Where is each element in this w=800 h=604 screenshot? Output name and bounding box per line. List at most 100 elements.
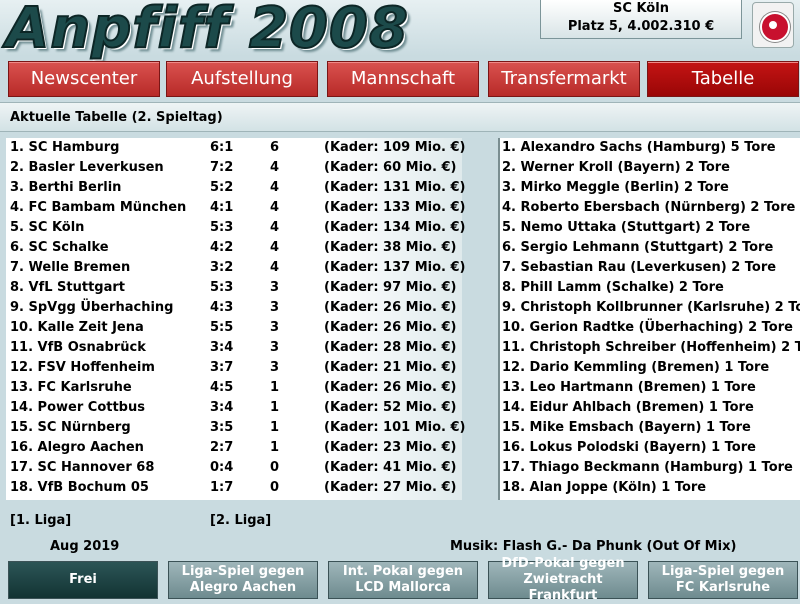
goal-difference: 4:5 <box>210 380 234 395</box>
team-name: 4. FC Bambam München <box>10 200 187 215</box>
squad-value: (Kader: 101 Mio. €) <box>324 420 466 435</box>
goal-difference: 1:7 <box>210 480 234 495</box>
points: 1 <box>270 400 280 415</box>
table-row: 12. FSV Hoffenheim 3:7 3 (Kader: 21 Mio. €) <box>6 358 462 378</box>
schedule-label: Frei <box>69 572 97 588</box>
table-row: 18. VfB Bochum 05 1:7 0 (Kader: 27 Mio. €) <box>6 478 462 498</box>
league-1-link[interactable]: [1. Liga] <box>10 513 71 528</box>
schedule-label: Liga-Spiel gegen Alegro Aachen <box>182 564 305 596</box>
league-2-link[interactable]: [2. Liga] <box>210 513 271 528</box>
match-day-2-button[interactable]: Int. Pokal gegen LCD Mallorca <box>328 561 478 599</box>
team-name: 11. VfB Osnabrück <box>10 340 146 355</box>
schedule-line-2: FC Karlsruhe <box>675 580 771 595</box>
goal-difference: 5:2 <box>210 180 234 195</box>
club-crest-icon <box>752 2 794 48</box>
squad-value: (Kader: 26 Mio. €) <box>324 300 457 315</box>
nav-transfermarkt-button[interactable]: Transfermarkt <box>488 61 640 97</box>
goal-difference: 4:3 <box>210 300 234 315</box>
league-table: 1. SC Hamburg 6:1 6 (Kader: 109 Mio. €) 2. B… <box>6 138 466 500</box>
team-name: 12. FSV Hoffenheim <box>10 360 155 375</box>
scorer-row: 1. Alexandro Sachs (Hamburg) 5 Tore <box>502 140 776 155</box>
schedule-line-1: Frei <box>69 572 97 587</box>
table-row: 10. Kalle Zeit Jena 5:5 3 (Kader: 26 Mio. €… <box>6 318 462 338</box>
scorer-row: 2. Werner Kroll (Bayern) 2 Tore <box>502 160 730 175</box>
section-title: Aktuelle Tabelle (2. Spieltag) <box>0 102 800 132</box>
schedule-label: Liga-Spiel gegen FC Karlsruhe <box>662 564 785 596</box>
squad-value: (Kader: 133 Mio. €) <box>324 200 466 215</box>
goal-difference: 3:7 <box>210 360 234 375</box>
team-name: 16. Alegro Aachen <box>10 440 144 455</box>
team-name: 8. VfL Stuttgart <box>10 280 126 295</box>
squad-value: (Kader: 26 Mio. €) <box>324 380 457 395</box>
schedule-line-1: Liga-Spiel gegen <box>661 564 785 579</box>
team-name: 2. Basler Leverkusen <box>10 160 164 175</box>
team-name: 17. SC Hannover 68 <box>10 460 155 475</box>
table-row: 11. VfB Osnabrück 3:4 3 (Kader: 28 Mio. €) <box>6 338 462 358</box>
table-row: 3. Berthi Berlin 5:2 4 (Kader: 131 Mio. €) <box>6 178 465 198</box>
match-day-3-button[interactable]: DfD-Pokal gegen Zwietracht Frankfurt <box>488 556 638 603</box>
scorer-row: 5. Nemo Uttaka (Stuttgart) 2 Tore <box>502 220 751 235</box>
club-info: SC Köln Platz 5, 4.002.310 € <box>540 0 742 39</box>
table-row: 13. FC Karlsruhe 4:5 1 (Kader: 26 Mio. €) <box>6 378 462 398</box>
scorer-row: 15. Mike Emsbach (Bayern) 1 Tore <box>502 420 751 435</box>
nav-newscenter-button[interactable]: Newscenter <box>8 61 160 97</box>
game-logo: Anpfiff 2008 <box>5 0 409 62</box>
table-row: 6. SC Schalke 4:2 4 (Kader: 38 Mio. €) <box>6 238 462 258</box>
squad-value: (Kader: 23 Mio. €) <box>324 440 457 455</box>
squad-value: (Kader: 134 Mio. €) <box>324 220 466 235</box>
squad-value: (Kader: 38 Mio. €) <box>324 240 457 255</box>
team-name: 15. SC Nürnberg <box>10 420 131 435</box>
scorer-row: 13. Leo Hartmann (Bremen) 1 Tore <box>502 380 756 395</box>
points: 1 <box>270 380 280 395</box>
scorer-row: 6. Sergio Lehmann (Stuttgart) 2 Tore <box>502 240 774 255</box>
schedule-line-2: Alegro Aachen <box>189 580 297 595</box>
squad-value: (Kader: 41 Mio. €) <box>324 460 457 475</box>
points: 1 <box>270 440 280 455</box>
points: 3 <box>270 320 280 335</box>
scorer-row: 4. Roberto Ebersbach (Nürnberg) 2 Tore <box>502 200 796 215</box>
team-name: 14. Power Cottbus <box>10 400 145 415</box>
team-name: 7. Welle Bremen <box>10 260 131 275</box>
squad-value: (Kader: 27 Mio. €) <box>324 480 457 495</box>
table-row: 9. SpVgg Überhaching 4:3 3 (Kader: 26 Mio. … <box>6 298 462 318</box>
scorer-row: 9. Christoph Kollbrunner (Karlsruhe) 2 T… <box>502 300 800 315</box>
team-name: 9. SpVgg Überhaching <box>10 300 174 315</box>
scorer-row: 12. Dario Kemmling (Bremen) 1 Tore <box>502 360 770 375</box>
points: 4 <box>270 160 280 175</box>
table-row: 14. Power Cottbus 3:4 1 (Kader: 52 Mio. €) <box>6 398 462 418</box>
goal-difference: 5:3 <box>210 280 234 295</box>
scorer-row: 18. Alan Joppe (Köln) 1 Tore <box>502 480 707 495</box>
schedule-line-1: Liga-Spiel gegen <box>181 564 305 579</box>
team-name: 6. SC Schalke <box>10 240 109 255</box>
goal-difference: 4:2 <box>210 240 234 255</box>
schedule-line-2: LCD Mallorca <box>355 580 451 595</box>
nav-mannschaft-button[interactable]: Mannschaft <box>327 61 479 97</box>
points: 4 <box>270 240 280 255</box>
schedule-line-1: Int. Pokal gegen <box>342 564 464 579</box>
squad-value: (Kader: 52 Mio. €) <box>324 400 457 415</box>
squad-value: (Kader: 28 Mio. €) <box>324 340 457 355</box>
points: 3 <box>270 280 280 295</box>
table-row: 16. Alegro Aachen 2:7 1 (Kader: 23 Mio. €) <box>6 438 462 458</box>
team-name: 1. SC Hamburg <box>10 140 120 155</box>
match-day-1-button[interactable]: Liga-Spiel gegen Alegro Aachen <box>168 561 318 599</box>
points: 4 <box>270 180 280 195</box>
top-scorers-list: 1. Alexandro Sachs (Hamburg) 5 Tore 2. We… <box>498 138 800 500</box>
squad-value: (Kader: 137 Mio. €) <box>324 260 466 275</box>
scorer-row: 11. Christoph Schreiber (Hoffenheim) 2 T… <box>502 340 800 355</box>
scorer-row: 7. Sebastian Rau (Leverkusen) 2 Tore <box>502 260 777 275</box>
table-row: 7. Welle Bremen 3:2 4 (Kader: 137 Mio. €) <box>6 258 466 278</box>
table-row: 15. SC Nürnberg 3:5 1 (Kader: 101 Mio. €) <box>6 418 466 438</box>
nav-aufstellung-button[interactable]: Aufstellung <box>166 61 318 97</box>
nav-tabelle-button[interactable]: Tabelle <box>647 61 799 97</box>
match-day-4-button[interactable]: Liga-Spiel gegen FC Karlsruhe <box>648 561 798 599</box>
goal-difference: 0:4 <box>210 460 234 475</box>
schedule-label: DfD-Pokal gegen Zwietracht Frankfurt <box>491 556 635 604</box>
table-row: 2. Basler Leverkusen 7:2 4 (Kader: 60 Mio. … <box>6 158 462 178</box>
schedule-line-2: Zwietracht Frankfurt <box>523 572 603 603</box>
team-name: 3. Berthi Berlin <box>10 180 122 195</box>
schedule-label: Int. Pokal gegen LCD Mallorca <box>343 564 463 596</box>
free-day-button[interactable]: Frei <box>8 561 158 599</box>
points: 3 <box>270 360 280 375</box>
scorer-row: 8. Phill Lamm (Schalke) 2 Tore <box>502 280 724 295</box>
